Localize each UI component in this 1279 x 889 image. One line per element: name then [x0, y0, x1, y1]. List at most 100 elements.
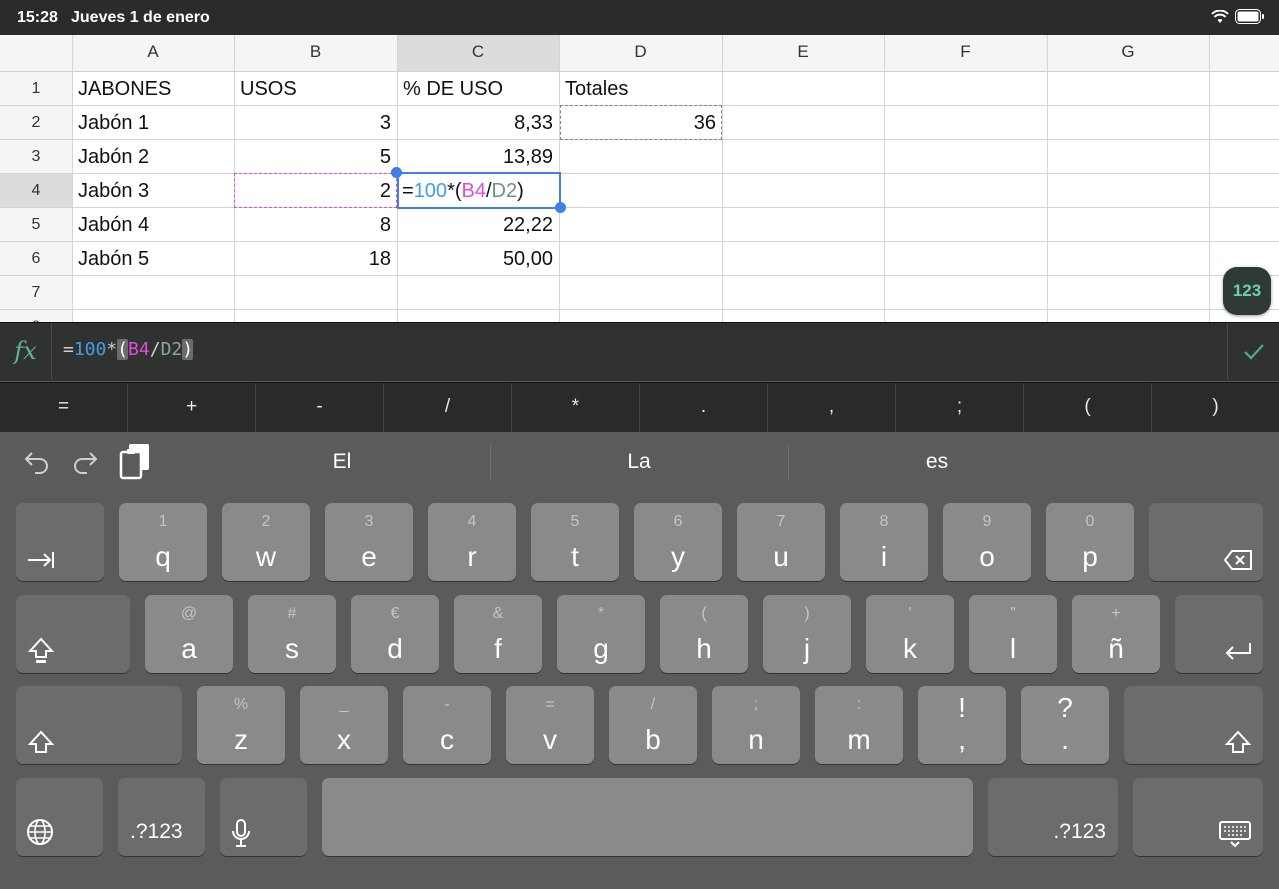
- suggestion-1[interactable]: El: [193, 450, 491, 474]
- caps-lock-key[interactable]: [16, 595, 130, 673]
- numbers-left-key[interactable]: .?123: [118, 778, 205, 856]
- op-key-comma[interactable]: ,: [768, 383, 896, 432]
- cell-a6[interactable]: Jabón 5: [72, 242, 234, 276]
- key-w[interactable]: 2w: [222, 503, 310, 581]
- key-a[interactable]: @ a: [145, 595, 233, 673]
- row-header-2[interactable]: 2: [0, 106, 72, 140]
- key-k[interactable]: ' k: [866, 595, 954, 673]
- cell-c1[interactable]: % DE USO: [397, 72, 559, 106]
- cell-c5[interactable]: 22,22: [397, 208, 559, 242]
- op-key-dot[interactable]: .: [640, 383, 768, 432]
- key-f[interactable]: & f: [454, 595, 542, 673]
- cell-a2[interactable]: Jabón 1: [72, 106, 234, 140]
- backspace-key[interactable]: [1149, 503, 1263, 581]
- cell-a5[interactable]: Jabón 4: [72, 208, 234, 242]
- key-c[interactable]: -c: [403, 686, 491, 764]
- row-header-4[interactable]: 4: [0, 174, 72, 208]
- col-header-f[interactable]: F: [884, 35, 1047, 72]
- space-key[interactable]: [322, 778, 973, 856]
- suggestion-3[interactable]: es: [788, 450, 1086, 474]
- checkmark-icon[interactable]: [1227, 323, 1279, 382]
- op-key-minus[interactable]: -: [256, 383, 384, 432]
- op-key-multiply[interactable]: *: [512, 383, 640, 432]
- numbers-right-key[interactable]: .?123: [988, 778, 1118, 856]
- key-t[interactable]: 5t: [531, 503, 619, 581]
- row-header-8[interactable]: 8: [0, 310, 72, 322]
- key-exclaim-comma[interactable]: !,: [918, 686, 1006, 764]
- key-z[interactable]: % z: [197, 686, 285, 764]
- op-key-equals[interactable]: =: [0, 383, 128, 432]
- fx-icon[interactable]: fx: [0, 323, 52, 382]
- return-key[interactable]: [1175, 595, 1263, 673]
- op-key-open-paren[interactable]: (: [1024, 383, 1152, 432]
- status-icons: [1211, 9, 1265, 24]
- key-l[interactable]: " l: [969, 595, 1057, 673]
- col-header-d[interactable]: D: [559, 35, 722, 72]
- key-b[interactable]: / b: [609, 686, 697, 764]
- key-h[interactable]: (h: [660, 595, 748, 673]
- cell-c2[interactable]: 8,33: [397, 106, 559, 140]
- key-o[interactable]: 9o: [943, 503, 1031, 581]
- key-r[interactable]: 4r: [428, 503, 516, 581]
- suggestion-2[interactable]: La: [490, 450, 788, 474]
- col-header-b[interactable]: B: [234, 35, 397, 72]
- shift-left-key[interactable]: [16, 686, 182, 764]
- corner-header[interactable]: [0, 35, 72, 72]
- key-j[interactable]: ) j: [763, 595, 851, 673]
- tab-key[interactable]: [16, 503, 104, 581]
- col-header-h[interactable]: [1209, 35, 1279, 72]
- row-header-1[interactable]: 1: [0, 72, 72, 106]
- key-s[interactable]: # s: [248, 595, 336, 673]
- key-n-tilde[interactable]: + ñ: [1072, 595, 1160, 673]
- dictation-key[interactable]: [220, 778, 307, 856]
- key-e[interactable]: 3e: [325, 503, 413, 581]
- numeric-keyboard-toggle-button[interactable]: 123: [1223, 267, 1271, 315]
- row-header-5[interactable]: 5: [0, 208, 72, 242]
- key-g[interactable]: * g: [557, 595, 645, 673]
- key-m[interactable]: :m: [815, 686, 903, 764]
- key-y[interactable]: 6y: [634, 503, 722, 581]
- spreadsheet-grid[interactable]: A B C D E F G 1 2 3 4 5 6 7 8 JABONES US…: [0, 35, 1279, 322]
- cell-c6[interactable]: 50,00: [397, 242, 559, 276]
- cell-b6[interactable]: 18: [234, 242, 397, 276]
- cell-a1[interactable]: JABONES: [72, 72, 234, 106]
- op-key-semicolon[interactable]: ;: [896, 383, 1024, 432]
- key-n[interactable]: ; n: [712, 686, 800, 764]
- shift-right-key[interactable]: [1124, 686, 1263, 764]
- col-header-a[interactable]: A: [72, 35, 234, 72]
- cell-d1[interactable]: Totales: [559, 72, 722, 106]
- cell-b3[interactable]: 5: [234, 140, 397, 174]
- key-p[interactable]: 0p: [1046, 503, 1134, 581]
- op-key-divide[interactable]: /: [384, 383, 512, 432]
- key-u[interactable]: 7u: [737, 503, 825, 581]
- col-header-e[interactable]: E: [722, 35, 884, 72]
- col-header-c[interactable]: C: [397, 35, 559, 72]
- op-key-plus[interactable]: +: [128, 383, 256, 432]
- paste-icon[interactable]: [118, 442, 152, 482]
- redo-icon[interactable]: [70, 446, 100, 476]
- globe-icon: [27, 819, 53, 845]
- key-i[interactable]: 8i: [840, 503, 928, 581]
- formula-input[interactable]: =100*(B4/D2): [63, 339, 194, 360]
- cell-a3[interactable]: Jabón 2: [72, 140, 234, 174]
- cell-a4[interactable]: Jabón 3: [72, 174, 234, 208]
- key-v[interactable]: = v: [506, 686, 594, 764]
- cell-b5[interactable]: 8: [234, 208, 397, 242]
- op-key-close-paren[interactable]: ): [1152, 383, 1279, 432]
- hide-keyboard-key[interactable]: [1133, 778, 1263, 856]
- row-header-6[interactable]: 6: [0, 242, 72, 276]
- key-d[interactable]: € d: [351, 595, 439, 673]
- key-q[interactable]: 1q: [119, 503, 207, 581]
- key-x[interactable]: _ x: [300, 686, 388, 764]
- key-question-period[interactable]: ?.: [1021, 686, 1109, 764]
- cell-c3[interactable]: 13,89: [397, 140, 559, 174]
- selection-handle-top[interactable]: [391, 167, 402, 178]
- selection-handle-bottom[interactable]: [555, 202, 566, 213]
- row-header-3[interactable]: 3: [0, 140, 72, 174]
- col-header-g[interactable]: G: [1047, 35, 1209, 72]
- undo-icon[interactable]: [22, 446, 52, 476]
- cell-b2[interactable]: 3: [234, 106, 397, 140]
- cell-b1[interactable]: USOS: [234, 72, 397, 106]
- globe-key[interactable]: [16, 778, 103, 856]
- row-header-7[interactable]: 7: [0, 276, 72, 310]
